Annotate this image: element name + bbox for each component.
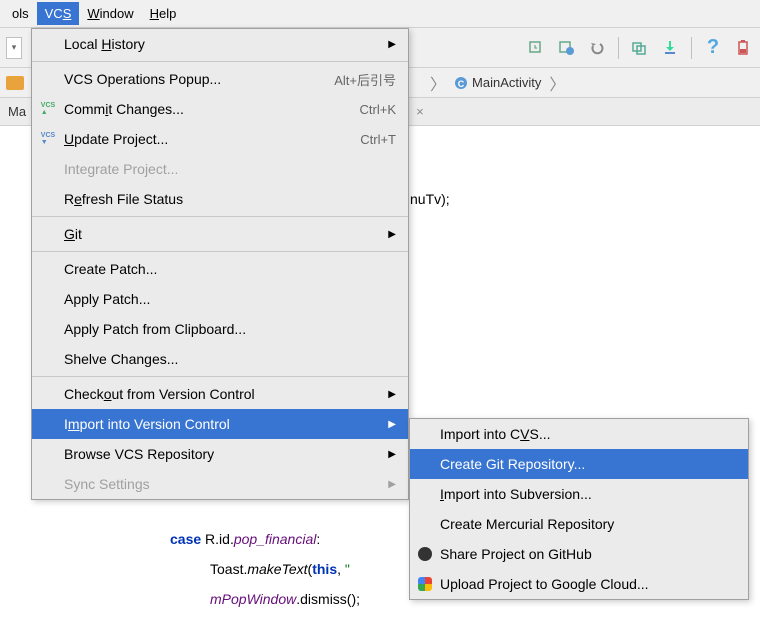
commit-icon: VCS▲	[38, 99, 58, 119]
menu-update-project[interactable]: VCS▼ Update Project...Ctrl+T	[32, 124, 408, 154]
download-icon[interactable]	[659, 37, 681, 59]
breadcrumb-item[interactable]: MainActivity	[472, 75, 541, 90]
menu-create-patch[interactable]: Create Patch...	[32, 254, 408, 284]
menu-browse-vcs[interactable]: Browse VCS Repository▶	[32, 439, 408, 469]
clock-icon[interactable]	[556, 37, 578, 59]
folder-icon	[6, 76, 24, 90]
menu-sync-settings: Sync Settings▶	[32, 469, 408, 499]
menu-import-vcs[interactable]: Import into Version Control▶	[32, 409, 408, 439]
menu-apply-patch[interactable]: Apply Patch...	[32, 284, 408, 314]
menu-shelve-changes[interactable]: Shelve Changes...	[32, 344, 408, 374]
toolbar-dropdown[interactable]: ▾	[6, 37, 22, 59]
menu-integrate-project: Integrate Project...	[32, 154, 408, 184]
github-icon	[416, 545, 434, 563]
menubar: ols VCS Window Help	[0, 0, 760, 28]
menu-window[interactable]: Window	[79, 2, 141, 25]
menu-vcs-popup[interactable]: VCS Operations Popup...Alt+后引号	[32, 64, 408, 94]
submenu-upload-gcloud[interactable]: Upload Project to Google Cloud...	[410, 569, 748, 599]
undo-icon[interactable]	[586, 37, 608, 59]
menu-vcs[interactable]: VCS	[37, 2, 80, 25]
menu-tools[interactable]: ols	[4, 2, 37, 25]
menu-git[interactable]: Git▶	[32, 219, 408, 249]
submenu-share-github[interactable]: Share Project on GitHub	[410, 539, 748, 569]
menu-apply-patch-clipboard[interactable]: Apply Patch from Clipboard...	[32, 314, 408, 344]
vcs-menu: Local History▶ VCS Operations Popup...Al…	[31, 28, 409, 500]
submenu-import-svn[interactable]: Import into Subversion...	[410, 479, 748, 509]
battery-icon[interactable]	[732, 37, 754, 59]
tab-close-icon[interactable]: ×	[416, 104, 424, 119]
chevron-right-icon: 〉	[541, 71, 573, 95]
history-icon[interactable]	[526, 37, 548, 59]
menu-checkout-vcs[interactable]: Checkout from Version Control▶	[32, 379, 408, 409]
menu-help[interactable]: Help	[142, 2, 185, 25]
class-icon: C	[454, 76, 468, 90]
submenu-import-cvs[interactable]: Import into CVS...	[410, 419, 748, 449]
google-cloud-icon	[416, 575, 434, 593]
submenu-create-git[interactable]: Create Git Repository...	[410, 449, 748, 479]
menu-commit-changes[interactable]: VCS▲ Commit Changes...Ctrl+K	[32, 94, 408, 124]
import-vcs-submenu: Import into CVS... Create Git Repository…	[409, 418, 749, 600]
help-icon[interactable]: ?	[702, 37, 724, 59]
update-icon: VCS▼	[38, 129, 58, 149]
menu-local-history[interactable]: Local History▶	[32, 29, 408, 59]
menu-refresh-status[interactable]: Refresh File Status	[32, 184, 408, 214]
tab-label[interactable]: Ma	[8, 104, 26, 119]
folders-icon[interactable]	[629, 37, 651, 59]
chevron-right-icon: 〉	[422, 71, 454, 95]
submenu-create-hg[interactable]: Create Mercurial Repository	[410, 509, 748, 539]
svg-text:C: C	[458, 79, 465, 89]
